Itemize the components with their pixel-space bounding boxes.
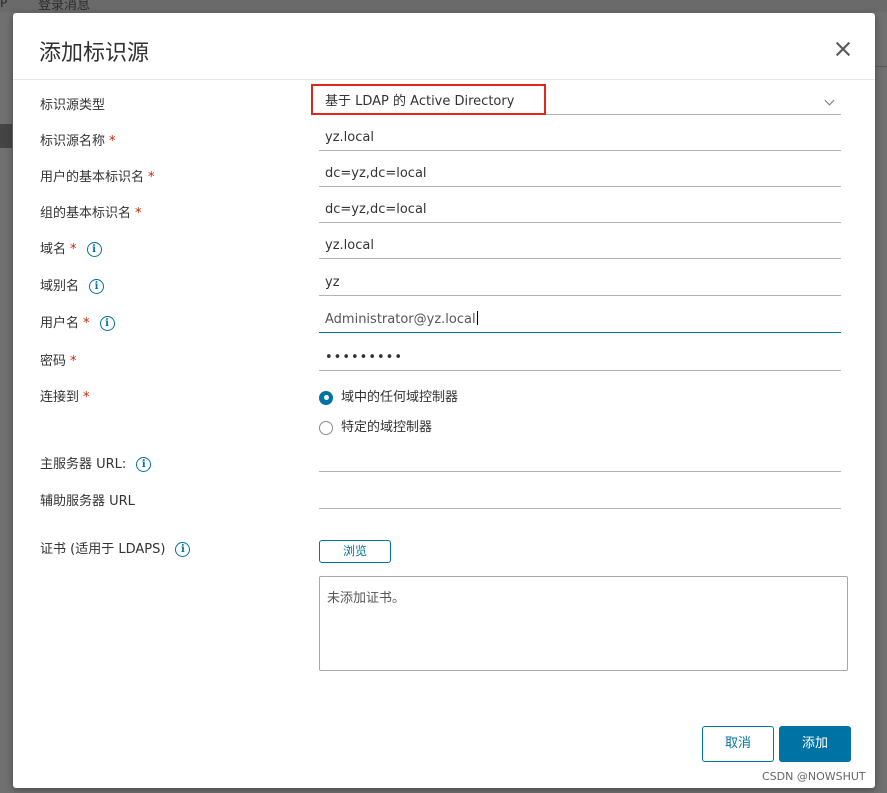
radio-specific-domain-controller-label: 特定的域控制器: [341, 420, 433, 435]
username-label: 用户名 * i: [40, 312, 115, 331]
certificates-label: 证书 (适用于 LDAPS) i: [40, 538, 191, 557]
domain-name-input[interactable]: yz.local: [319, 235, 841, 259]
radio-checked-icon: [319, 390, 333, 405]
group-base-dn-input[interactable]: dc=yz,dc=local: [319, 199, 841, 223]
required-marker: *: [135, 206, 142, 221]
username-label-text: 用户名: [40, 316, 80, 331]
source-name-value: yz.local: [325, 130, 374, 145]
required-marker: *: [70, 354, 77, 369]
watermark-text: CSDN @NOWSHUT: [762, 770, 866, 783]
add-identity-source-dialog: 添加标识源 标识源类型 基于 LDAP 的 Active Directory 标…: [13, 13, 875, 788]
domain-name-label: 域名 * i: [40, 238, 102, 257]
certificate-list: 未添加证书。: [319, 576, 848, 671]
primary-server-url-label-text: 主服务器 URL:: [40, 457, 127, 472]
secondary-server-url-input[interactable]: [319, 485, 841, 509]
cancel-button[interactable]: 取消: [702, 726, 774, 762]
connect-to-label-text: 连接到: [40, 390, 80, 405]
background-corner-mark: P: [0, 0, 8, 10]
user-base-dn-value: dc=yz,dc=local: [325, 166, 427, 181]
group-base-dn-value: dc=yz,dc=local: [325, 202, 427, 217]
source-name-label-text: 标识源名称: [40, 134, 106, 149]
radio-any-domain-controller[interactable]: 域中的任何域控制器: [319, 386, 458, 405]
domain-alias-label: 域别名 i: [40, 275, 105, 294]
secondary-server-url-label: 辅助服务器 URL: [40, 490, 135, 509]
info-icon[interactable]: i: [99, 316, 115, 331]
radio-unchecked-icon: [319, 420, 333, 435]
background-divider: [875, 66, 887, 67]
background-sidebar-stripe: [0, 124, 12, 148]
group-base-dn-label-text: 组的基本标识名: [40, 206, 132, 221]
domain-name-label-text: 域名: [40, 242, 67, 257]
add-button[interactable]: 添加: [779, 726, 851, 762]
radio-any-domain-controller-label: 域中的任何域控制器: [341, 390, 459, 405]
username-value: Administrator@yz.local: [325, 312, 476, 327]
domain-alias-value: yz: [325, 275, 340, 290]
info-icon[interactable]: i: [175, 542, 191, 557]
info-icon[interactable]: i: [89, 279, 105, 294]
text-cursor: [476, 311, 478, 325]
user-base-dn-input[interactable]: dc=yz,dc=local: [319, 163, 841, 187]
dialog-title: 添加标识源: [39, 41, 150, 66]
annotation-highlight-box: [311, 84, 546, 115]
certificates-label-text: 证书 (适用于 LDAPS): [40, 542, 166, 557]
username-input[interactable]: Administrator@yz.local: [319, 309, 841, 333]
required-marker: *: [109, 134, 116, 149]
primary-server-url-label: 主服务器 URL: i: [40, 453, 152, 472]
close-icon[interactable]: [833, 39, 853, 59]
info-icon[interactable]: i: [86, 242, 102, 257]
domain-name-value: yz.local: [325, 238, 374, 253]
required-marker: *: [83, 390, 90, 405]
certificate-empty-text: 未添加证书。: [327, 591, 406, 606]
password-label: 密码 *: [40, 350, 77, 369]
domain-alias-label-text: 域别名: [40, 279, 80, 294]
user-base-dn-label-text: 用户的基本标识名: [40, 170, 145, 185]
user-base-dn-label: 用户的基本标识名 *: [40, 166, 155, 185]
domain-alias-input[interactable]: yz: [319, 272, 841, 296]
title-divider: [13, 79, 875, 80]
password-value: •••••••••: [325, 350, 404, 365]
required-marker: *: [148, 170, 155, 185]
chevron-down-icon: [824, 95, 835, 106]
connect-to-label: 连接到 *: [40, 386, 90, 405]
radio-specific-domain-controller[interactable]: 特定的域控制器: [319, 416, 432, 435]
background-topbar: [0, 0, 887, 12]
secondary-server-url-label-text: 辅助服务器 URL: [40, 494, 135, 509]
primary-server-url-input[interactable]: [319, 448, 841, 472]
browse-button[interactable]: 浏览: [319, 540, 391, 563]
group-base-dn-label: 组的基本标识名 *: [40, 202, 142, 221]
source-type-label: 标识源类型: [40, 94, 105, 113]
info-icon[interactable]: i: [136, 457, 152, 472]
source-type-label-text: 标识源类型: [40, 98, 106, 113]
source-name-label: 标识源名称 *: [40, 130, 116, 149]
required-marker: *: [83, 316, 90, 331]
background-tab-login-message: 登录消息: [38, 0, 91, 13]
password-label-text: 密码: [40, 354, 67, 369]
source-name-input[interactable]: yz.local: [319, 127, 841, 151]
required-marker: *: [70, 242, 77, 257]
password-input[interactable]: •••••••••: [319, 347, 841, 371]
